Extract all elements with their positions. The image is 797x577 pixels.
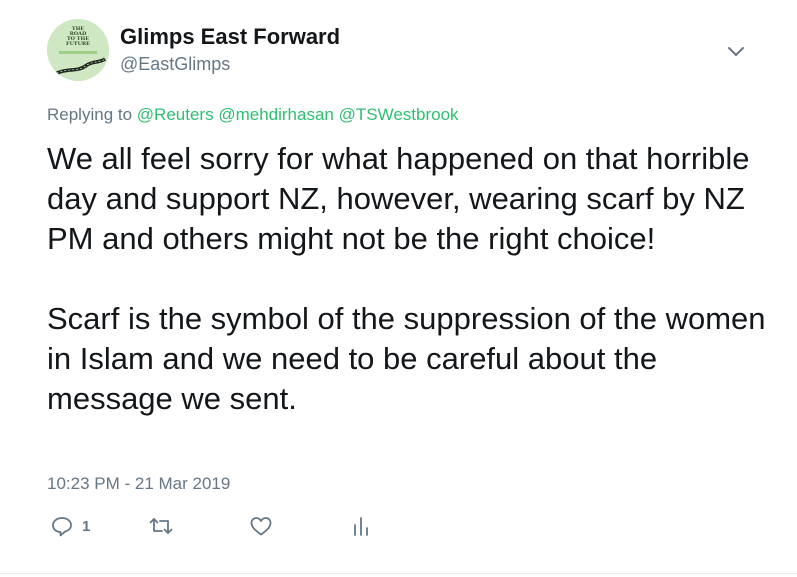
analytics-icon (350, 514, 372, 538)
replying-to: Replying to @Reuters @mehdirhasan @TSWes… (47, 105, 459, 125)
chevron-down-icon[interactable] (725, 40, 747, 62)
reply-count: 1 (82, 517, 91, 535)
display-name[interactable]: Glimps East Forward (120, 24, 340, 50)
avatar[interactable]: THE ROAD TO THE FUTURE (47, 19, 109, 81)
tweet-card: THE ROAD TO THE FUTURE Glimps East Forwa… (0, 0, 797, 577)
mention-link-mehdirhasan[interactable]: @mehdirhasan (218, 105, 334, 124)
tweet-text: We all feel sorry for what happened on t… (47, 139, 767, 419)
replying-to-label: Replying to (47, 105, 133, 124)
mention-link-reuters[interactable]: @Reuters (137, 105, 214, 124)
svg-text:FUTURE: FUTURE (66, 41, 90, 47)
mention-link-tswestbrook[interactable]: @TSWestbrook (339, 105, 459, 124)
reply-button[interactable]: 1 (50, 512, 90, 540)
user-handle[interactable]: @EastGlimps (120, 54, 230, 75)
action-bar: 1 (0, 512, 797, 542)
retweet-button[interactable] (148, 512, 182, 540)
divider (0, 573, 797, 574)
retweet-icon (148, 514, 174, 538)
tweet-paragraph: We all feel sorry for what happened on t… (47, 141, 750, 256)
like-icon (249, 514, 273, 538)
analytics-button[interactable] (350, 512, 372, 540)
reply-icon (50, 514, 74, 538)
timestamp[interactable]: 10:23 PM - 21 Mar 2019 (47, 474, 230, 494)
like-button[interactable] (249, 512, 281, 540)
tweet-paragraph: Scarf is the symbol of the suppression o… (47, 301, 766, 416)
